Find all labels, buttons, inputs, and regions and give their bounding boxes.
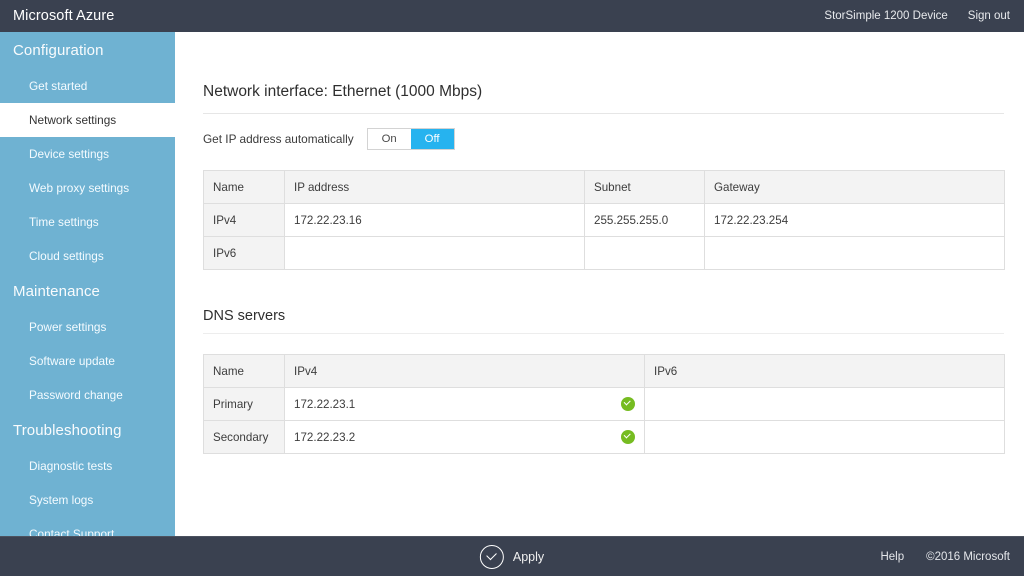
gateway-input-cell[interactable]: 172.22.23.254	[704, 203, 1005, 237]
subnet-input-cell[interactable]: 255.255.255.0	[584, 203, 705, 237]
table-row: Primary 172.22.23.1	[203, 387, 1005, 421]
dns-ipv6-input-cell[interactable]	[644, 387, 1005, 421]
dns-divider	[203, 333, 1004, 334]
sidebar-item-cloud-settings[interactable]: Cloud settings	[0, 239, 175, 273]
sidebar-item-label: Web proxy settings	[29, 181, 130, 195]
sidebar-group-title: Troubleshooting	[13, 422, 122, 439]
help-link[interactable]: Help	[880, 551, 904, 563]
apply-button[interactable]: Apply	[479, 544, 545, 569]
check-circle-icon	[479, 544, 504, 569]
sidebar-nav: Configuration Get started Network settings…	[0, 32, 183, 536]
column-header: Subnet	[584, 170, 705, 204]
ip-address-input-cell[interactable]: 172.22.23.16	[284, 203, 585, 237]
column-header: Name	[203, 170, 285, 204]
sidebar: Configuration Get started Network settings…	[0, 32, 183, 536]
sidebar-item-time-settings[interactable]: Time settings	[0, 205, 175, 239]
title-divider	[203, 113, 1004, 114]
auto-ip-toggle-on[interactable]: On	[367, 129, 411, 149]
row-name-cell: IPv4	[203, 203, 285, 237]
gateway-input-cell[interactable]	[704, 236, 1005, 270]
sidebar-item-software-update[interactable]: Software update	[0, 344, 175, 378]
device-name-label: StorSimple 1200 Device	[824, 10, 948, 22]
table-row: IPv4 172.22.23.16 255.255.255.0 172.22.23.2…	[203, 203, 1005, 237]
auto-ip-row: Get IP address automatically On Off	[203, 128, 1024, 150]
sidebar-item-network-settings[interactable]: Network settings	[0, 103, 183, 137]
dns-table-header-row: Name IPv4 IPv6	[203, 354, 1005, 388]
brand-title: Microsoft Azure	[13, 8, 115, 24]
dns-table-body: Primary 172.22.23.1 Secondary 172.22.23.2	[203, 387, 1005, 454]
row-name-cell: Secondary	[203, 420, 285, 454]
sidebar-item-label: Cloud settings	[29, 249, 104, 263]
column-header: Name	[203, 354, 285, 388]
sidebar-item-device-settings[interactable]: Device settings	[0, 137, 175, 171]
table-row: Secondary 172.22.23.2	[203, 420, 1005, 454]
subnet-input-cell[interactable]	[584, 236, 705, 270]
column-header: IPv4	[284, 354, 645, 388]
sidebar-item-label: Time settings	[29, 215, 99, 229]
sidebar-item-label: Power settings	[29, 320, 107, 334]
auto-ip-label: Get IP address automatically	[203, 132, 354, 146]
cell-value: 172.22.23.2	[294, 430, 356, 444]
copyright-label: ©2016 Microsoft	[926, 550, 1010, 563]
dns-servers-table: Name IPv4 IPv6 Primary 172.22.23.1 Secondary…	[203, 354, 1005, 454]
apply-button-label: Apply	[512, 549, 545, 564]
valid-check-icon	[621, 430, 635, 444]
table-row: IPv6	[203, 236, 1005, 270]
valid-check-icon	[621, 397, 635, 411]
column-header: IP address	[284, 170, 585, 204]
main-content: Network interface: Ethernet (1000 Mbps) …	[183, 32, 1024, 536]
footer-bar: Apply Help ©2016 Microsoft	[0, 536, 1024, 576]
dns-ipv6-input-cell[interactable]	[644, 420, 1005, 454]
sidebar-group-title: Maintenance	[13, 283, 100, 300]
sidebar-item-password-change[interactable]: Password change	[0, 378, 175, 412]
sidebar-item-get-started[interactable]: Get started	[0, 69, 175, 103]
sidebar-item-label: Software update	[29, 354, 115, 368]
sidebar-item-label: Get started	[29, 79, 88, 93]
sidebar-group-title: Configuration	[13, 42, 104, 59]
sidebar-item-system-logs[interactable]: System logs	[0, 483, 175, 517]
auto-ip-toggle-off[interactable]: Off	[410, 129, 454, 149]
cell-value: 172.22.23.1	[294, 397, 356, 411]
sidebar-item-label: System logs	[29, 493, 94, 507]
sidebar-item-web-proxy-settings[interactable]: Web proxy settings	[0, 171, 175, 205]
sidebar-item-label: Contact Support	[29, 527, 115, 536]
ip-table-header-row: Name IP address Subnet Gateway	[203, 170, 1005, 204]
top-header-bar: Microsoft Azure StorSimple 1200 Device S…	[0, 0, 1024, 32]
page-title: Network interface: Ethernet (1000 Mbps)	[203, 83, 483, 100]
header-right-group: StorSimple 1200 Device Sign out	[824, 10, 1010, 22]
dns-ipv4-input-cell[interactable]: 172.22.23.2	[284, 420, 645, 454]
ip-address-input-cell[interactable]	[284, 236, 585, 270]
sidebar-item-diagnostic-tests[interactable]: Diagnostic tests	[0, 449, 175, 483]
sidebar-item-label: Password change	[29, 388, 123, 402]
sidebar-item-contact-support[interactable]: Contact Support	[0, 517, 175, 536]
footer-right-group: Help ©2016 Microsoft	[880, 551, 1010, 563]
ip-address-table: Name IP address Subnet Gateway IPv4 172.22.2…	[203, 170, 1005, 270]
column-header: IPv6	[644, 354, 1005, 388]
ip-table-body: IPv4 172.22.23.16 255.255.255.0 172.22.23.2…	[203, 203, 1005, 270]
sign-out-link[interactable]: Sign out	[968, 10, 1010, 22]
dns-section-heading: DNS servers	[203, 308, 286, 324]
row-name-cell: IPv6	[203, 236, 285, 270]
row-name-cell: Primary	[203, 387, 285, 421]
sidebar-item-label: Network settings	[29, 113, 117, 127]
column-header: Gateway	[704, 170, 1005, 204]
sidebar-item-label: Diagnostic tests	[29, 459, 113, 473]
sidebar-item-label: Device settings	[29, 147, 109, 161]
auto-ip-toggle[interactable]: On Off	[366, 128, 455, 150]
sidebar-item-power-settings[interactable]: Power settings	[0, 310, 175, 344]
dns-ipv4-input-cell[interactable]: 172.22.23.1	[284, 387, 645, 421]
